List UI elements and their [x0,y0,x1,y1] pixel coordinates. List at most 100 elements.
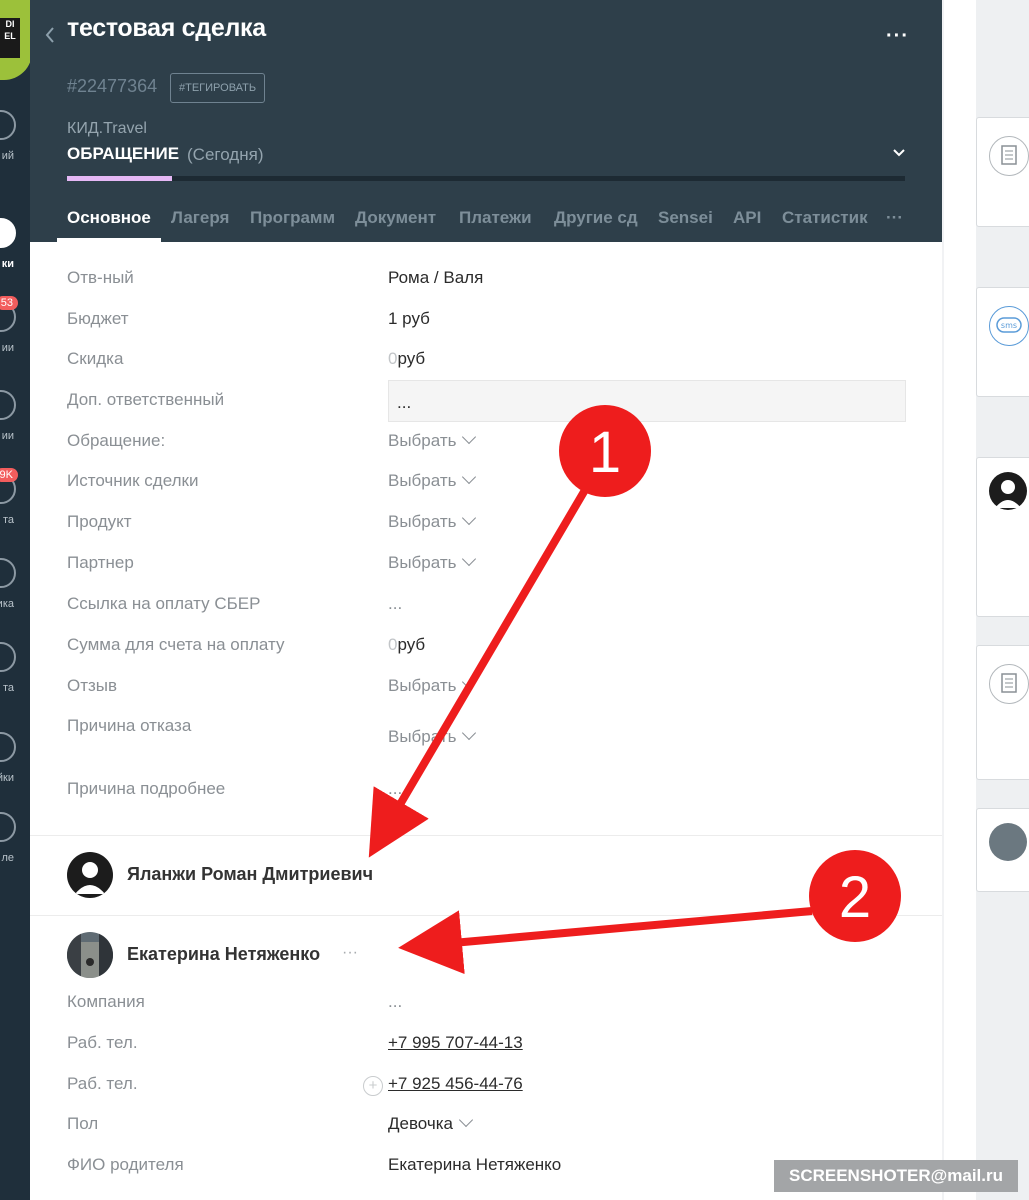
field-label: Компания [67,992,145,1011]
contact-name[interactable]: Яланжи Роман Дмитриевич [127,864,373,885]
deal-title[interactable]: тестовая сделка [67,14,266,43]
deal-card: тестовая сделка ··· #22477364 #ТЕГИРОВАТ… [30,0,942,1200]
feed-note-card[interactable] [976,117,1029,227]
feed-message-card[interactable] [976,457,1029,617]
nav-badge: 53 [0,296,18,310]
user-avatar-icon [67,852,113,898]
nav-icon [0,732,16,762]
field-label: Раб. тел. [67,1033,138,1052]
refusal-reason-select[interactable]: Выбрать [388,725,477,747]
tab-main[interactable]: Основное [67,208,151,228]
field-source: Источник сделки Выбрать [30,469,942,511]
tab-documents[interactable]: Документ [355,208,436,228]
pipeline-name: КИД.Travel [67,120,147,137]
company-logo[interactable]: DI EL [0,0,30,80]
tab-payments[interactable]: Платежи [459,208,532,228]
field-label: Источник сделки [67,471,199,490]
nav-item-2[interactable]: 53 ии [0,296,30,362]
note-icon [989,664,1029,704]
tab-camps[interactable]: Лагеря [171,208,229,228]
partner-select[interactable]: Выбрать [388,551,477,573]
deal-id: #22477364 [67,76,158,96]
budget-value[interactable]: 1 руб [388,309,430,329]
tab-more[interactable]: ··· [886,208,903,228]
nav-item-label: та [2,682,14,694]
contact-more-icon[interactable]: ··· [342,944,358,962]
refusal-details-value[interactable]: ... [388,779,402,799]
feed-sms-card[interactable]: sms [976,287,1029,397]
sms-icon: sms [989,306,1029,346]
avatar[interactable] [67,932,113,978]
source-select[interactable]: Выбрать [388,469,477,491]
nav-item-5[interactable]: ика [0,558,30,618]
tab-programs[interactable]: Программ [250,208,335,228]
invoice-sum-input[interactable]: 0руб [388,635,425,655]
review-select[interactable]: Выбрать [388,674,477,696]
stage-progress-bar [67,176,905,181]
discount-input[interactable]: 0руб [388,349,425,369]
more-options-icon[interactable]: ··· [886,25,909,48]
field-label: Отзыв [67,676,118,695]
field-appeal: Обращение: Выбрать [30,429,942,471]
contact-card[interactable]: Екатерина Нетяженко ··· [30,932,942,992]
nav-item-6[interactable]: та [0,642,30,702]
field-label: Обращение: [67,431,166,450]
feed-note-card[interactable] [976,645,1029,780]
field-invoice-sum: Сумма для счета на оплату 0руб [30,635,942,675]
work-phone-link[interactable]: +7 925 456-44-76 [388,1074,523,1094]
tab-bar: Основное Лагеря Программ Документ Платеж… [30,194,942,242]
nav-item-label: ле [1,852,14,864]
nav-item-4[interactable]: 9K та [0,468,30,534]
select-value: Выбрать [388,512,457,531]
tab-statistics[interactable]: Статистик [782,208,868,228]
nav-icon [0,110,16,140]
field-label: Пол [67,1114,99,1133]
note-icon [989,136,1029,176]
select-value: Выбрать [388,553,457,572]
feed-message-card[interactable] [976,808,1029,892]
user-avatar-icon [989,472,1027,510]
field-work-phone: Раб. тел. + +7 925 456-44-76 [30,1074,942,1114]
sber-link-value[interactable]: ... [388,594,402,614]
company-value[interactable]: ... [388,992,402,1012]
chevron-down-icon[interactable] [892,146,906,160]
back-chevron-icon[interactable] [44,26,56,44]
nav-item-7[interactable]: йки [0,732,30,792]
appeal-select[interactable]: Выбрать [388,429,477,451]
nav-item-0[interactable]: ий [0,110,30,170]
select-value: Девочка [388,1114,454,1133]
tab-api[interactable]: API [733,208,761,228]
product-select[interactable]: Выбрать [388,510,477,532]
nav-item-label: та [2,514,14,526]
tab-sensei[interactable]: Sensei [658,208,713,228]
contact-card[interactable]: Яланжи Роман Дмитриевич [30,852,942,912]
gender-select[interactable]: Девочка [388,1112,474,1134]
nav-item-3[interactable]: ии [0,390,30,450]
nav-item-deals[interactable]: ки [0,218,30,278]
avatar[interactable] [67,852,113,898]
tag-button[interactable]: #ТЕГИРОВАТЬ [170,73,266,103]
stage-name[interactable]: ОБРАЩЕНИЕ [67,144,179,164]
section-divider [30,915,942,916]
tab-other-deals[interactable]: Другие сд [554,208,638,228]
field-label: Отв-ный [67,268,134,287]
extra-responsible-input[interactable]: ... [388,380,906,422]
chevron-down-icon [462,429,477,445]
parent-name-value[interactable]: Екатерина Нетяженко [388,1155,561,1175]
field-work-phone: Раб. тел. +7 995 707-44-13 [30,1033,942,1073]
responsible-value[interactable]: Рома / Валя [388,268,483,288]
chevron-down-icon [462,725,477,741]
nav-item-label: ий [1,150,14,162]
nav-icon [0,390,16,420]
chevron-down-icon [458,1112,474,1128]
nav-item-label: ки [1,258,14,270]
field-label: Бюджет [67,309,129,328]
nav-item-8[interactable]: ле [0,812,30,872]
field-label: ФИО родителя [67,1155,184,1174]
work-phone-link[interactable]: +7 995 707-44-13 [388,1033,523,1053]
field-label: Продукт [67,512,132,531]
contact-name[interactable]: Екатерина Нетяженко [127,944,320,965]
field-refusal-reason: Причина отказа Выбрать [30,716,942,766]
add-phone-icon[interactable]: + [363,1076,383,1096]
select-value: Выбрать [388,727,457,746]
